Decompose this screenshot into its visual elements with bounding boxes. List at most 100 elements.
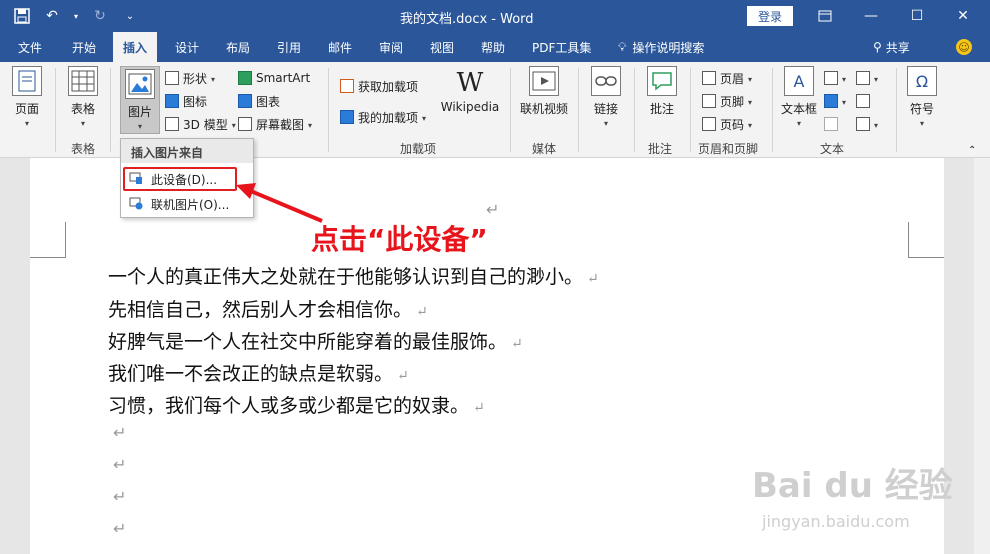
chevron-down-icon: ▾ (80, 119, 85, 128)
pages-label: 页面 (14, 102, 39, 116)
paragraph-mark: ↵ (486, 200, 500, 219)
tab-layout[interactable]: 布局 (226, 32, 250, 62)
page-number-button[interactable]: 页码 ▾ (702, 114, 752, 134)
paragraph-mark: ↵ (587, 271, 599, 287)
drop-cap-button[interactable] (824, 114, 838, 134)
quick-parts-button[interactable]: ▾ (824, 68, 846, 88)
group-label-table: 表格 (71, 142, 96, 156)
tab-pdf-tools[interactable]: PDF工具集 (532, 32, 591, 62)
share-label: 共享 (885, 40, 910, 55)
header-button[interactable]: 页眉 ▾ (702, 68, 752, 88)
baidu-watermark: Bai du 经验 (752, 466, 953, 506)
group-separator (578, 68, 579, 152)
tell-me-label: 操作说明搜索 (632, 40, 705, 55)
symbol-button[interactable]: Ω 符号 ▾ (906, 66, 938, 128)
paragraph-mark: ↵ (113, 423, 127, 442)
vertical-scrollbar[interactable] (974, 158, 990, 554)
shapes-button[interactable]: 形状 ▾ (165, 68, 215, 88)
tab-view[interactable]: 视图 (430, 32, 454, 62)
login-button[interactable]: 登录 (747, 6, 793, 26)
drop-cap-icon (824, 117, 838, 131)
window-title: 我的文档.docx - Word (400, 12, 534, 27)
pages-button[interactable]: 页面 ▾ (12, 66, 42, 128)
chevron-down-icon: ▾ (603, 119, 608, 128)
wikipedia-button[interactable]: W Wikipedia (440, 66, 500, 114)
footer-icon (702, 94, 716, 108)
textbox-button[interactable]: A 文本框 ▾ (780, 66, 818, 128)
footer-button[interactable]: 页脚 ▾ (702, 91, 752, 111)
shapes-label: 形状 (183, 71, 208, 86)
close-icon[interactable]: ✕ (940, 0, 986, 32)
screenshot-button[interactable]: 屏幕截图 ▾ (238, 114, 312, 134)
collapse-ribbon-icon[interactable]: ⌃ (968, 140, 976, 160)
tab-review[interactable]: 审阅 (379, 32, 403, 62)
undo-dropdown-icon[interactable]: ▾ (72, 6, 80, 26)
ribbon-display-options-icon[interactable] (802, 0, 848, 32)
online-video-label: 联机视频 (519, 102, 568, 116)
3d-models-button[interactable]: 3D 模型 ▾ (165, 114, 236, 134)
store-icon (340, 79, 354, 93)
tab-file[interactable]: 文件 (18, 32, 42, 62)
save-icon[interactable] (12, 6, 32, 26)
tab-references[interactable]: 引用 (277, 32, 301, 62)
pictures-button[interactable]: 图片 ▾ (120, 66, 160, 134)
screenshot-icon (238, 117, 252, 131)
menu-item-label: 联机图片(O)... (151, 197, 230, 212)
chevron-down-icon: ▾ (748, 97, 753, 107)
tab-design[interactable]: 设计 (175, 32, 199, 62)
menu-item-online-pictures[interactable]: 联机图片(O)... (125, 192, 251, 216)
chart-button[interactable]: 图表 (238, 91, 280, 111)
paragraph[interactable]: 我们唯一不会改正的缺点是软弱。 ↵ (108, 359, 409, 386)
tab-help[interactable]: 帮助 (481, 32, 505, 62)
link-button[interactable]: 链接 ▾ (590, 66, 622, 128)
baidu-watermark-url: jingyan.baidu.com (762, 512, 910, 531)
tell-me-search[interactable]: 💡︎ 操作说明搜索 (618, 32, 704, 62)
wordart-button[interactable]: ▾ (824, 91, 846, 111)
page-number-label: 页码 (720, 117, 745, 132)
signature-line-button[interactable]: ▾ (856, 68, 878, 88)
paragraph-text: 我们唯一不会改正的缺点是软弱。 (108, 363, 394, 385)
chevron-down-icon: ▾ (842, 97, 847, 107)
share-button[interactable]: ⚲ 共享 (873, 32, 910, 62)
paragraph-text: 好脾气是一个人在社交中所能穿着的最佳服饰。 (108, 331, 508, 353)
chevron-down-icon: ▾ (748, 74, 753, 84)
redo-icon[interactable]: ↻ (90, 6, 110, 26)
tab-insert[interactable]: 插入 (113, 32, 158, 62)
table-button[interactable]: 表格 ▾ (68, 66, 98, 128)
group-separator (772, 68, 773, 152)
paragraph-mark: ↵ (397, 368, 409, 384)
maximize-icon[interactable]: ☐ (894, 0, 940, 32)
shapes-icon (165, 71, 179, 85)
smiley-icon[interactable]: ☺ (956, 39, 972, 55)
get-addins-button[interactable]: 获取加载项 (340, 76, 418, 96)
tab-mailings[interactable]: 邮件 (328, 32, 352, 62)
paragraph[interactable]: 一个人的真正伟大之处就在于他能够认识到自己的渺小。 ↵ (108, 262, 599, 289)
menu-item-this-device[interactable]: 此设备(D)... (123, 167, 237, 191)
menu-item-label: 此设备(D)... (151, 172, 218, 187)
group-separator (510, 68, 511, 152)
paragraph-mark: ↵ (113, 487, 127, 506)
smartart-button[interactable]: SmartArt (238, 68, 310, 88)
undo-icon[interactable]: ↶ (42, 6, 62, 26)
textbox-icon: A (784, 66, 814, 96)
my-addins-button[interactable]: 我的加载项 ▾ (340, 107, 426, 127)
paragraph[interactable]: 好脾气是一个人在社交中所能穿着的最佳服饰。 ↵ (108, 327, 523, 354)
paragraph[interactable]: 习惯，我们每个人或多或少都是它的奴隶。 ↵ (108, 391, 485, 418)
date-time-button[interactable] (856, 91, 870, 111)
chevron-down-icon: ▾ (308, 120, 313, 130)
icons-label: 图标 (183, 94, 208, 109)
customize-qat-icon[interactable]: ⌄ (120, 6, 140, 26)
group-separator (328, 68, 329, 152)
paragraph[interactable]: 先相信自己，然后别人才会相信你。 ↵ (108, 295, 428, 322)
icons-button[interactable]: 图标 (165, 91, 207, 111)
addins-icon (340, 110, 354, 124)
chevron-down-icon: ▾ (874, 74, 879, 84)
paragraph-mark: ↵ (511, 336, 523, 352)
online-video-button[interactable]: 联机视频 (518, 66, 570, 117)
comment-button[interactable]: 批注 (646, 66, 678, 117)
tab-home[interactable]: 开始 (72, 32, 96, 62)
minimize-icon[interactable]: — (848, 0, 894, 32)
object-button[interactable]: ▾ (856, 114, 878, 134)
margin-mark-left (30, 222, 66, 258)
chevron-down-icon: ▾ (137, 122, 142, 131)
